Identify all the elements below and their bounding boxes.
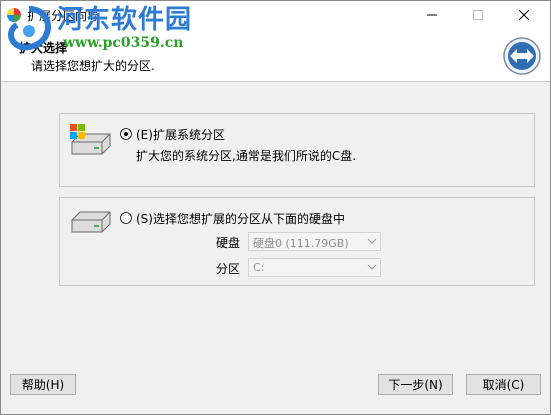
chevron-down-icon <box>367 264 377 270</box>
cancel-button[interactable]: 取消(C) <box>466 374 541 395</box>
close-icon <box>519 10 529 20</box>
maximize-button[interactable] <box>455 1 501 29</box>
system-partition-label[interactable]: (E)扩展系统分区 <box>136 126 225 143</box>
partition-select-value: C: <box>253 261 265 274</box>
custom-partition-radio[interactable] <box>120 212 132 224</box>
system-partition-radio[interactable] <box>120 128 132 140</box>
watermark-logo: 河东软件园 www.pc0359.cn <box>1 1 231 59</box>
close-button[interactable] <box>501 1 547 29</box>
watermark-url: www.pc0359.cn <box>63 35 184 51</box>
resize-arrows-icon <box>503 37 541 75</box>
system-partition-description: 扩大您的系统分区,通常是我们所说的C盘. <box>136 149 357 163</box>
watermark-site-name: 河东软件园 <box>57 5 193 35</box>
system-drive-icon <box>70 124 111 155</box>
header-subtitle: 请选择您想扩大的分区. <box>31 59 155 73</box>
custom-partition-label[interactable]: (S)选择您想扩展的分区从下面的硬盘中 <box>136 210 345 227</box>
disk-drive-icon <box>71 211 111 233</box>
disk-label: 硬盘 <box>216 236 241 250</box>
chevron-down-icon <box>367 238 377 244</box>
partition-select[interactable]: C: <box>248 258 381 277</box>
disk-select-value: 硬盘0 (111.79GB) <box>253 237 349 250</box>
watermark-swirl-icon <box>8 6 51 51</box>
minimize-button[interactable] <box>409 1 455 29</box>
partition-label: 分区 <box>216 262 241 276</box>
system-partition-panel: (E)扩展系统分区 扩大您的系统分区,通常是我们所说的C盘. <box>59 113 535 187</box>
custom-partition-panel: (S)选择您想扩展的分区从下面的硬盘中 硬盘 硬盘0 (111.79GB) 分区… <box>59 197 535 286</box>
wizard-window: 扩展分区向导 扩大选择 请选择您想扩大的分区. 河东软件园 www.pc0359… <box>0 0 551 415</box>
minimize-icon <box>427 14 437 16</box>
next-button[interactable]: 下一步(N) <box>378 374 453 395</box>
wizard-body: (E)扩展系统分区 扩大您的系统分区,通常是我们所说的C盘. (S)选择您想扩展… <box>1 82 550 414</box>
maximize-icon <box>473 10 483 20</box>
disk-select[interactable]: 硬盘0 (111.79GB) <box>248 232 381 251</box>
help-button[interactable]: 帮助(H) <box>10 374 76 395</box>
